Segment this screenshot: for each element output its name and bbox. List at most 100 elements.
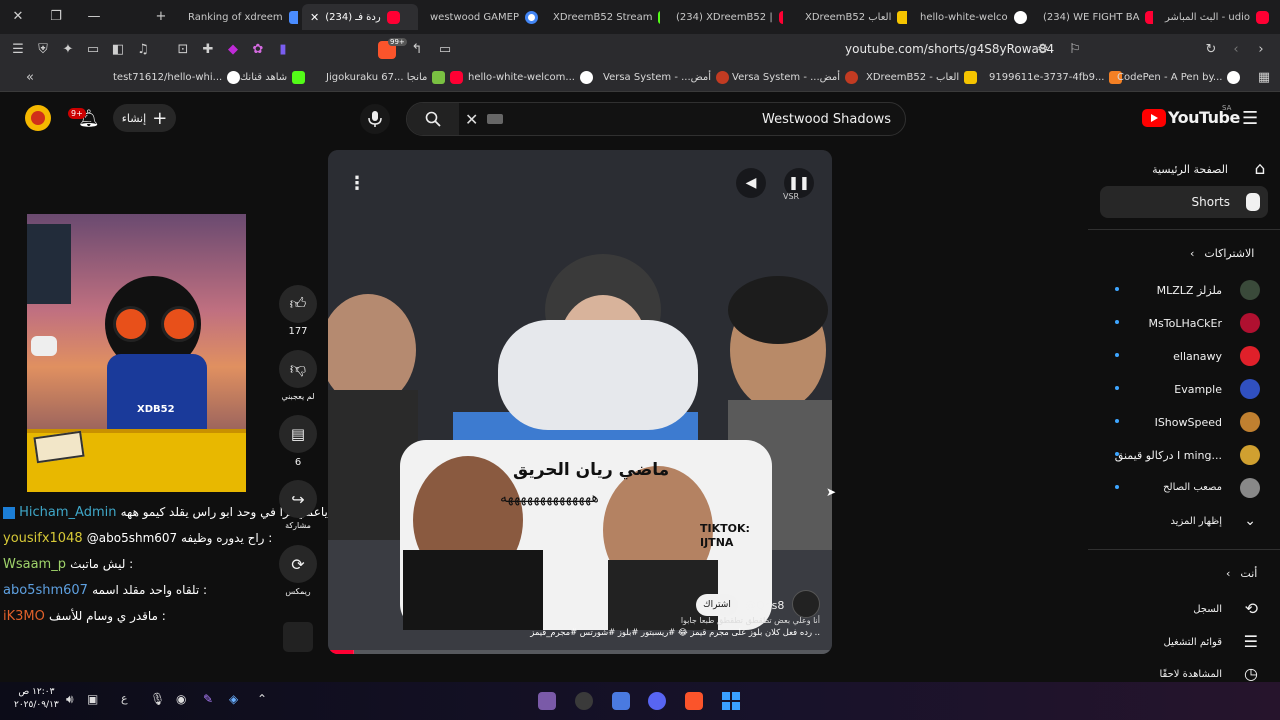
video-description-line2[interactable]: رده فعل كلان بلوز على مجرم قيمز 😂 #ريسبت…	[530, 627, 820, 637]
bookmark-item[interactable]: XDreemB52 - العاب	[866, 71, 978, 84]
bookmark-icon[interactable]: ⚐	[1067, 42, 1083, 58]
sound-thumbnail[interactable]	[283, 622, 313, 652]
progress-bar-track[interactable]	[328, 650, 832, 654]
sidebar-item-shorts[interactable]: Shorts	[1100, 186, 1268, 218]
sidebar-item-playlists[interactable]: قوائم التشغيل ☰	[1100, 630, 1270, 658]
vs-taskbar-icon[interactable]	[538, 692, 556, 710]
brave-taskbar-icon[interactable]	[685, 692, 703, 710]
bookmark-item[interactable]: Versa System - ...أمض	[603, 71, 730, 84]
bookmark-item[interactable]: شاهد قنانك	[240, 71, 306, 84]
youtube-logo-icon[interactable]	[1142, 109, 1166, 127]
bookmark-item[interactable]: Versa System - ...أمض	[732, 71, 859, 84]
remix-button[interactable]: ⟳	[279, 545, 317, 583]
tab-github[interactable]: hello-white-welco	[912, 4, 1027, 30]
subscription-item[interactable]: MsToLHaCkEr	[1100, 311, 1270, 339]
bookmark-item[interactable]: Jigokuraku 67... مانجا	[326, 71, 446, 84]
forward-icon[interactable]: ‹	[1228, 42, 1244, 58]
other-bookmarks-icon[interactable]: ▦	[1256, 70, 1272, 86]
shorts-video-player[interactable]: ⋮ ◀︎ ❚❚ VSR ماضي ريان الحريق ههههههههههه…	[328, 150, 832, 654]
bookmark-item[interactable]: CodePen - A Pen by...	[1117, 71, 1241, 84]
search-input[interactable]	[591, 109, 891, 129]
like-button[interactable]: 👍︎	[279, 285, 317, 323]
subscriptions-header[interactable]: ‹ الاشتراكات	[1190, 247, 1254, 260]
subscribe-button[interactable]: اشتراك	[696, 594, 738, 616]
sidebar-item-home[interactable]: الصفحة الرئيسية ⌂	[1092, 153, 1272, 185]
extensions-icon[interactable]: ✦	[60, 42, 76, 58]
tab-kick-stream[interactable]: XDreemB52 Stream	[545, 4, 660, 30]
tab-live-studio[interactable]: البث المباشر - udio	[1157, 4, 1275, 30]
addon-icon[interactable]: ✿	[250, 42, 266, 58]
minimize-window-icon[interactable]: —	[86, 9, 102, 25]
subscription-item[interactable]: Evample	[1100, 377, 1270, 405]
app-taskbar-icon[interactable]	[612, 692, 630, 710]
bookmark-item[interactable]: test71612/hello-whi...	[113, 71, 241, 84]
steam-tray-icon[interactable]: ◈	[229, 692, 238, 706]
menu-icon[interactable]: ☰	[10, 42, 26, 58]
site-settings-icon[interactable]: ⚙	[1035, 42, 1051, 58]
tab-we-fight[interactable]: (234) WE FIGHT BA	[1035, 4, 1153, 30]
language-indicator[interactable]: ع	[121, 692, 128, 705]
close-tab-icon[interactable]: ✕	[310, 11, 319, 24]
voice-search-button[interactable]	[360, 104, 390, 134]
tab-xdreem-games[interactable]: XDreemB52 العاب	[797, 4, 907, 30]
shield-icon[interactable]: ⛨	[35, 42, 51, 58]
bookmark-item[interactable]: hello-white-welcom...	[450, 71, 593, 84]
search-button[interactable]	[407, 103, 459, 135]
subscription-item[interactable]: IShowSpeed	[1100, 410, 1270, 438]
guide-menu-icon[interactable]: ☰	[1242, 108, 1258, 129]
create-button[interactable]: إنشاء +	[113, 104, 176, 132]
clear-search-icon[interactable]: ✕	[465, 110, 478, 129]
you-section-header[interactable]: ‹ أنت	[1226, 567, 1257, 580]
music-icon[interactable]: ♫	[135, 42, 151, 58]
obs-taskbar-icon[interactable]	[575, 692, 593, 710]
pen-tray-icon[interactable]: ✎	[203, 692, 213, 706]
restore-window-icon[interactable]: ❐	[48, 9, 64, 25]
close-window-icon[interactable]: ✕	[10, 9, 26, 25]
share-icon[interactable]: ↰	[409, 42, 425, 58]
tray-overflow-icon[interactable]: ⌃	[257, 692, 267, 706]
tab-active-shorts[interactable]: ✕ (234) ردة فـ	[302, 4, 418, 30]
url-text[interactable]: youtube.com/shorts/g4S8yRowa84	[845, 42, 1054, 56]
tab-ranking[interactable]: Ranking of xdreem	[180, 4, 298, 30]
volume-tray-icon[interactable]: 🔊︎	[66, 692, 74, 707]
screenshot-icon[interactable]: ⊡	[175, 42, 191, 58]
network-tray-icon[interactable]: ▣	[87, 692, 98, 706]
tab-youtube-xdreem[interactable]: (234) XDreemB52 |	[668, 4, 783, 30]
sidebar-item-history[interactable]: السجل ⟲	[1100, 597, 1270, 625]
addon2-icon[interactable]: ▮	[275, 42, 291, 58]
sidebar-icon[interactable]: ◧	[110, 42, 126, 58]
reload-icon[interactable]: ↻	[1203, 42, 1219, 58]
new-tab-icon[interactable]: +	[153, 9, 169, 25]
subscription-item[interactable]: دركالو قيمنق I ming...	[1100, 443, 1270, 471]
bookmark-item[interactable]: 9199611e-3737-4fb9...	[989, 71, 1123, 84]
channel-avatar[interactable]	[792, 590, 820, 618]
system-clock[interactable]: ١٢:٠٣ ص ٢٠٢٥/٠٩/١٣	[14, 686, 59, 712]
thumbs-down-icon: 👎︎	[289, 359, 307, 378]
back-icon[interactable]: ›	[1253, 42, 1269, 58]
windows-start-icon[interactable]	[722, 692, 740, 710]
subscription-item[interactable]: مصعب الصالح	[1100, 476, 1270, 504]
tab-westwood[interactable]: westwood GAMEP	[422, 4, 538, 30]
discord-taskbar-icon[interactable]	[648, 692, 666, 710]
account-avatar[interactable]	[25, 105, 51, 131]
obs-tray-icon[interactable]: ◉	[176, 692, 186, 706]
show-more-button[interactable]: إظهار المزيد ⌄	[1100, 509, 1270, 537]
share-button[interactable]: ↪	[279, 480, 317, 518]
channel-handle[interactable]: @Qr.s8	[745, 599, 784, 612]
keyboard-icon[interactable]	[487, 114, 503, 124]
subscription-item[interactable]: ellanawy	[1100, 344, 1270, 372]
dislike-button[interactable]: 👎︎	[279, 350, 317, 388]
channel-name: ellanawy	[1173, 350, 1222, 363]
puzzle-icon[interactable]: ✚	[200, 42, 216, 58]
ublock-icon[interactable]: ◆	[225, 42, 241, 58]
comments-button[interactable]: ▤	[279, 415, 317, 453]
more-options-icon[interactable]: ⋮	[342, 168, 372, 198]
subscription-item[interactable]: MLZLZ ملزلز	[1100, 278, 1270, 306]
cast-icon[interactable]: ▭	[437, 42, 453, 58]
double-chevron-icon[interactable]: «	[22, 70, 38, 86]
wallet-icon[interactable]: ▭	[85, 42, 101, 58]
search-box[interactable]: ✕	[406, 102, 906, 136]
volume-button[interactable]: ◀︎	[736, 168, 766, 198]
sidebar-item-watch-later[interactable]: المشاهدة لاحقًا ◷	[1100, 662, 1270, 682]
mic-tray-icon[interactable]: 🎙︎	[150, 692, 165, 706]
